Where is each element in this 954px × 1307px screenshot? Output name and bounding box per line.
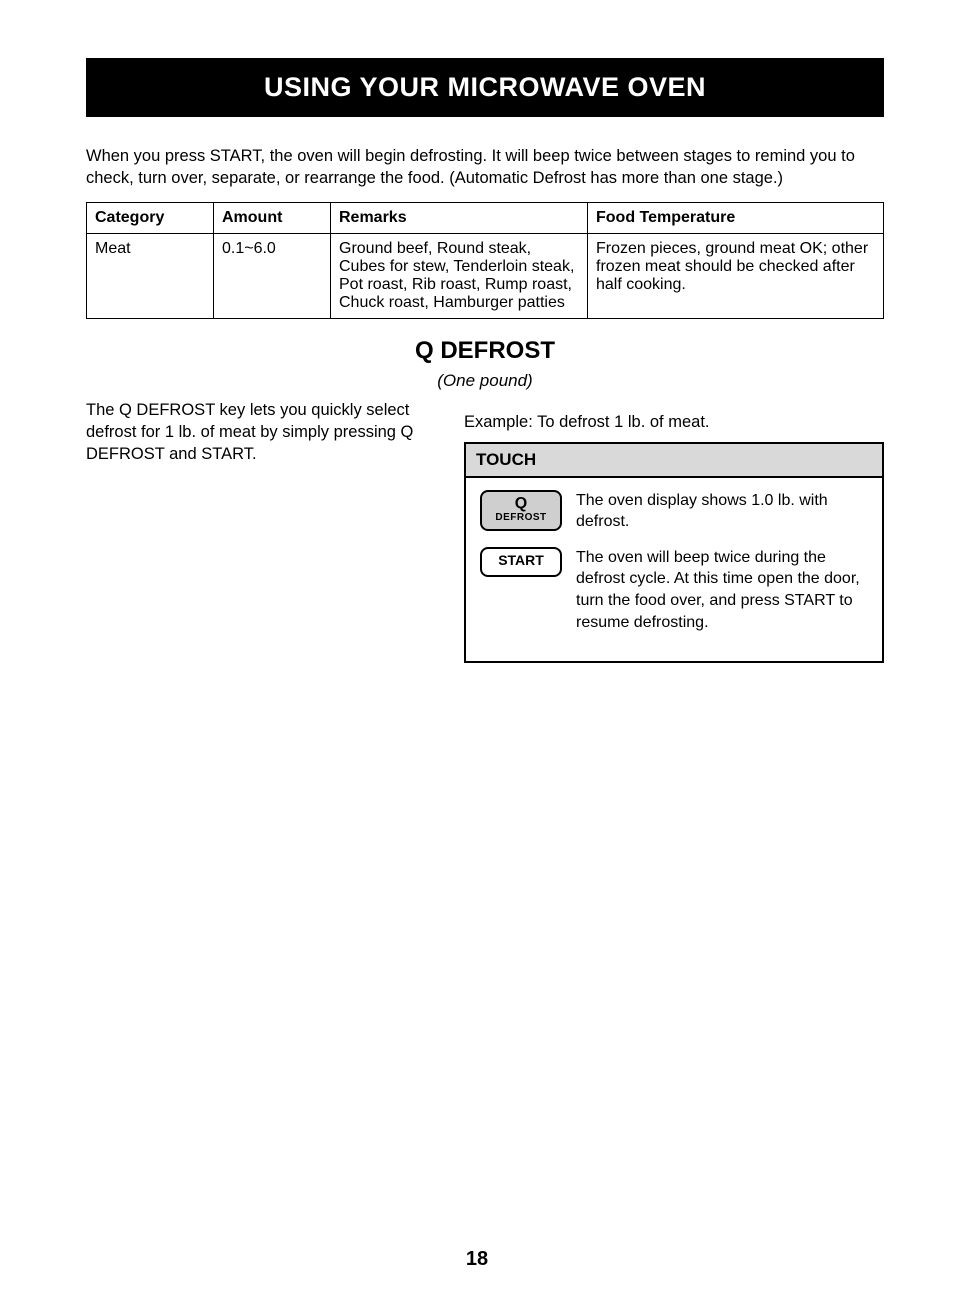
cell-amount: 0.1~6.0: [214, 233, 331, 318]
page-number: 18: [466, 1248, 488, 1271]
start-key[interactable]: START: [480, 547, 562, 577]
th-category: Category: [87, 202, 214, 233]
defrost-table: Category Amount Remarks Food Temperature…: [86, 202, 884, 319]
th-remarks: Remarks: [331, 202, 588, 233]
table-row: Meat 0.1~6.0 Ground beef, Round steak, C…: [87, 233, 884, 318]
th-temperature: Food Temperature: [588, 202, 884, 233]
section-banner: USING YOUR MICROWAVE OVEN: [86, 58, 884, 117]
q-defrost-key-label: DEFROST: [490, 513, 552, 523]
step-q-defrost-text: The oven display shows 1.0 lb. with defr…: [576, 490, 868, 533]
q-defrost-subtitle: (One pound): [86, 371, 884, 391]
q-defrost-heading: Q DEFROST: [86, 337, 884, 365]
q-defrost-key-icon: Q: [490, 496, 552, 512]
cell-temperature: Frozen pieces, ground meat OK; other fro…: [588, 233, 884, 318]
touch-panel: TOUCH Q DEFROST The oven display shows 1…: [464, 442, 884, 664]
step-q-defrost: Q DEFROST The oven display shows 1.0 lb.…: [480, 490, 868, 533]
table-header-row: Category Amount Remarks Food Temperature: [87, 202, 884, 233]
intro-text: When you press START, the oven will begi…: [86, 145, 884, 190]
q-defrost-description: The Q DEFROST key lets you quickly selec…: [86, 399, 436, 664]
example-lead: Example: To defrost 1 lb. of meat.: [464, 413, 884, 432]
step-start: START The oven will beep twice during th…: [480, 547, 868, 633]
th-amount: Amount: [214, 202, 331, 233]
step-start-text: The oven will beep twice during the defr…: [576, 547, 868, 633]
start-key-label: START: [498, 552, 544, 568]
cell-remarks: Ground beef, Round steak, Cubes for stew…: [331, 233, 588, 318]
cell-category: Meat: [87, 233, 214, 318]
q-defrost-key[interactable]: Q DEFROST: [480, 490, 562, 531]
touch-panel-header: TOUCH: [466, 444, 882, 478]
